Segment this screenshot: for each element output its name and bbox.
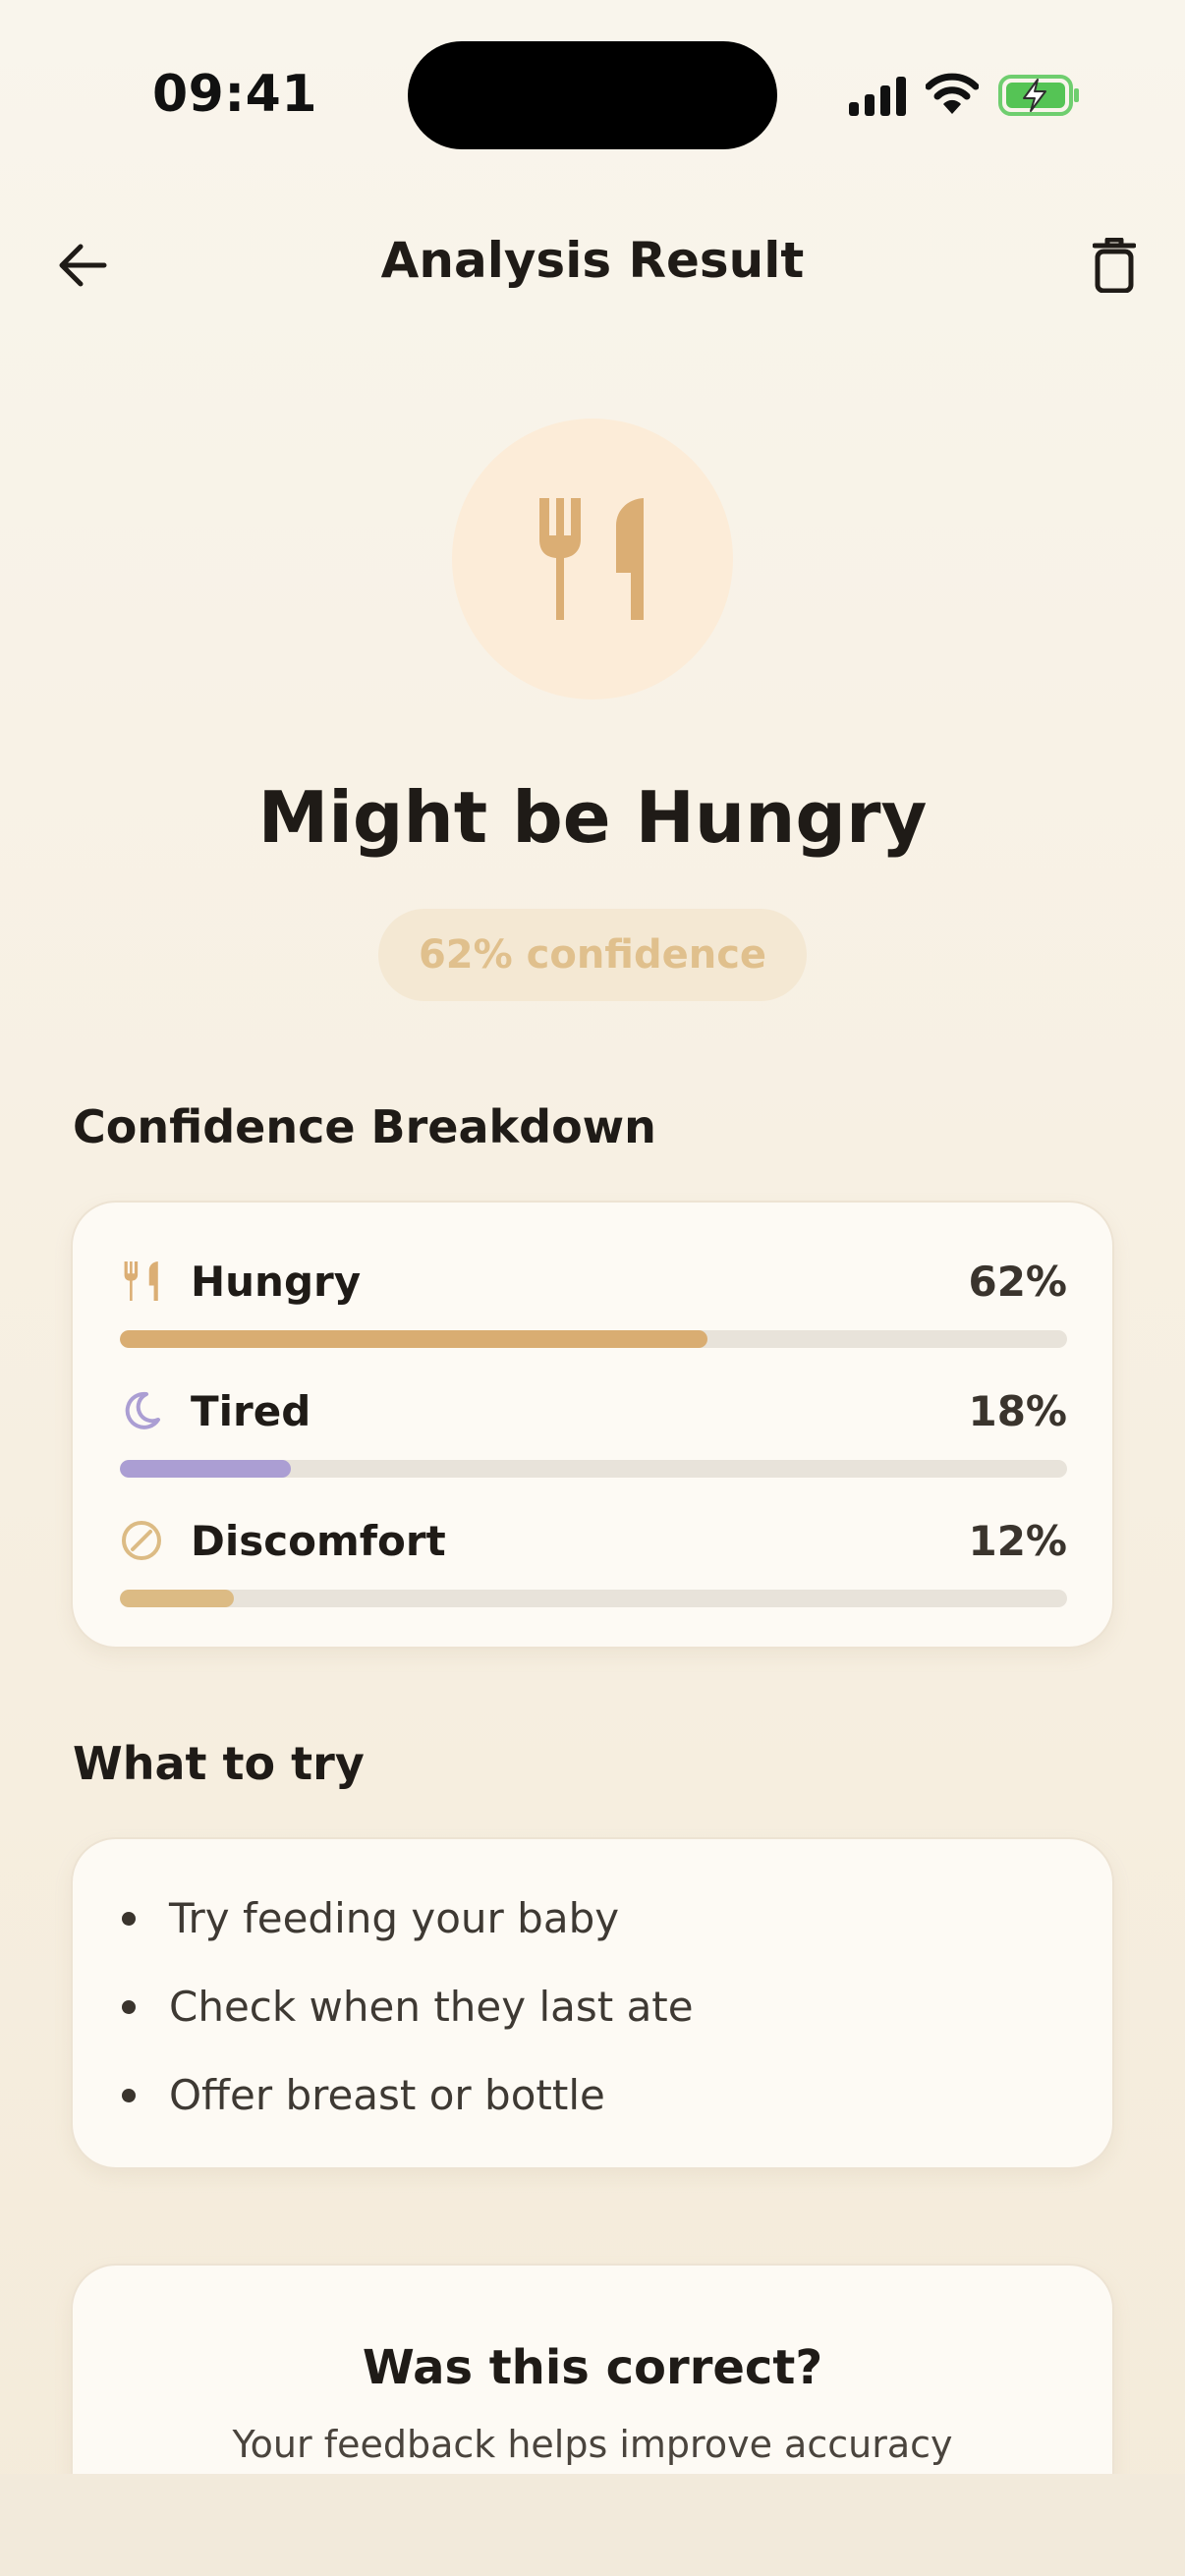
breakdown-card: Hungry 62% Tired 18% Discomfort 12% — [71, 1201, 1114, 1649]
delete-button[interactable] — [1081, 230, 1148, 301]
progress-fill — [120, 1330, 707, 1348]
breakdown-section-title: Confidence Breakdown — [73, 1100, 656, 1153]
tips-section-title: What to try — [73, 1737, 365, 1790]
bottom-area — [0, 2474, 1185, 2576]
cellular-signal-icon — [849, 77, 906, 116]
breakdown-percent: 12% — [968, 1517, 1067, 1565]
bullet — [122, 2000, 136, 2014]
feedback-card: Was this correct? Your feedback helps im… — [71, 2264, 1114, 2474]
dynamic-island — [408, 41, 777, 149]
status-time: 09:41 — [152, 65, 318, 124]
result-icon-circle — [452, 419, 733, 700]
breakdown-label: Tired — [191, 1387, 311, 1435]
screen: 09:41 Analysis Result Might be Hungry 62… — [0, 0, 1185, 2576]
page-title: Analysis Result — [380, 232, 805, 289]
breakdown-row-discomfort: Discomfort 12% — [120, 1513, 1067, 1631]
fork-knife-icon — [539, 498, 644, 620]
bullet — [122, 1912, 136, 1926]
moon-icon — [120, 1389, 163, 1432]
progress-fill — [120, 1590, 234, 1607]
fork-knife-icon — [120, 1260, 163, 1303]
breakdown-percent: 18% — [968, 1387, 1067, 1435]
breakdown-percent: 62% — [968, 1258, 1067, 1306]
tip-text: Try feeding your baby — [169, 1894, 620, 1942]
progress-track — [120, 1330, 1067, 1348]
breakdown-label: Discomfort — [191, 1517, 446, 1565]
tip-text: Offer breast or bottle — [169, 2071, 605, 2119]
result-title: Might be Hungry — [257, 776, 928, 859]
wifi-icon — [926, 73, 979, 114]
progress-fill — [120, 1460, 291, 1478]
bullet — [122, 2089, 136, 2102]
discomfort-icon — [120, 1519, 163, 1562]
trash-icon — [1093, 238, 1136, 293]
breakdown-label: Hungry — [191, 1258, 362, 1306]
feedback-title: Was this correct? — [362, 2340, 823, 2395]
tips-card: Try feeding your baby Check when they la… — [71, 1837, 1114, 2169]
progress-track — [120, 1590, 1067, 1607]
battery-charging-icon — [998, 75, 1079, 116]
breakdown-row-hungry: Hungry 62% — [120, 1254, 1067, 1372]
breakdown-row-tired: Tired 18% — [120, 1383, 1067, 1501]
scroll-content[interactable]: 09:41 Analysis Result Might be Hungry 62… — [0, 0, 1185, 2474]
progress-track — [120, 1460, 1067, 1478]
feedback-subtitle: Your feedback helps improve accuracy — [232, 2423, 953, 2466]
confidence-badge: 62% confidence — [378, 909, 807, 1001]
tip-text: Check when they last ate — [169, 1983, 694, 2031]
